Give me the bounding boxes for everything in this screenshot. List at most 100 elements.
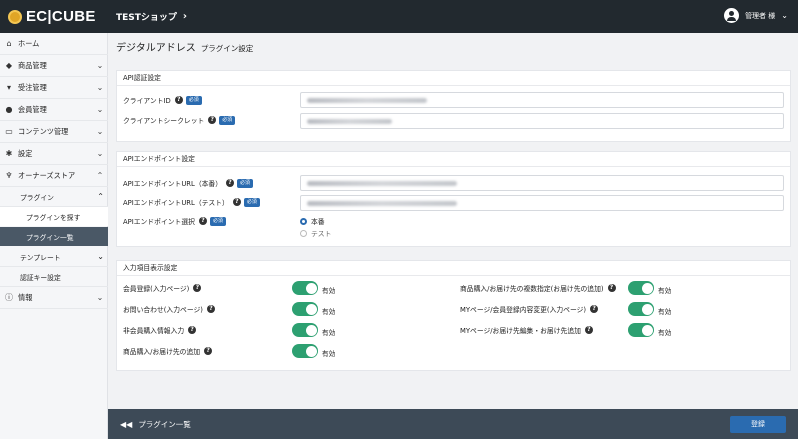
sidebar-item-label: プラグイン <box>20 193 54 202</box>
help-icon[interactable]: ? <box>226 179 235 187</box>
client-id-label: クライアントID ? 必須 <box>123 95 202 105</box>
url-test-label: APIエンドポイントURL（テスト） ? 必須 <box>123 197 260 207</box>
toggle-label: 有効 <box>658 308 672 316</box>
sidebar-item-settings[interactable]: ✱ 設定 ⌄ <box>0 143 108 165</box>
url-prod-label: APIエンドポイントURL（本番） ? 必須 <box>123 178 254 188</box>
chevron-down-icon: ⌄ <box>97 252 104 261</box>
help-icon[interactable]: ? <box>174 96 183 104</box>
help-icon[interactable]: ? <box>208 116 217 124</box>
sidebar-item-customers[interactable]: ● 会員管理 ⌄ <box>0 99 108 121</box>
label-text: 非会員購入情報入力 <box>123 327 185 335</box>
api-endpoint-card: APIエンドポイント設定 APIエンドポイントURL（本番） ? 必須 APIエ… <box>116 151 791 247</box>
footer-bar: ◀◀ プラグイン一覧 登録 <box>108 409 798 439</box>
label-text: MYページ/会員登録内容変更(入力ページ) <box>460 306 587 314</box>
sidebar-item-label: プラグイン一覧 <box>26 233 74 242</box>
users-icon: ● <box>5 105 13 114</box>
masked-value <box>307 181 457 186</box>
sidebar-subitem-template[interactable]: テンプレート ⌄ <box>0 247 108 267</box>
sidebar-item-content[interactable]: ▭ コンテンツ管理 ⌄ <box>0 121 108 143</box>
sidebar-item-products[interactable]: ◆ 商品管理 ⌄ <box>0 55 108 77</box>
client-id-input[interactable] <box>300 92 784 108</box>
required-badge: 必須 <box>185 95 202 105</box>
page-title: デジタルアドレス プラグイン設定 <box>116 39 253 54</box>
url-test-input[interactable] <box>300 195 784 211</box>
sidebar-item-home[interactable]: ⌂ ホーム <box>0 33 108 55</box>
logo-text: EC|CUBE <box>26 8 96 25</box>
sidebar-subitem-auth-key[interactable]: 認証キー設定 <box>0 267 108 287</box>
required-badge: 必須 <box>219 115 236 125</box>
sidebar-subitem-plugin[interactable]: プラグイン ⌃ <box>0 187 108 207</box>
help-icon[interactable]: ? <box>206 305 215 313</box>
gear-icon: ✱ <box>5 149 13 158</box>
plug-icon: ♆ <box>5 171 13 180</box>
label-text: クライアントシークレット <box>123 117 205 125</box>
client-secret-label: クライアントシークレット ? 必須 <box>123 115 236 125</box>
sidebar-item-label: 認証キー設定 <box>20 273 61 282</box>
file-icon: ▭ <box>5 127 13 136</box>
back-label: プラグイン一覧 <box>138 420 191 429</box>
toggle-label: 有効 <box>658 329 672 337</box>
url-prod-input[interactable] <box>300 175 784 191</box>
label-text: MYページ/お届け先編集・お届け先追加 <box>460 327 581 335</box>
sidebar-item-info[interactable]: ⓘ 情報 ⌄ <box>0 287 108 309</box>
help-icon[interactable]: ? <box>607 284 616 292</box>
cart-icon: ▾ <box>6 83 11 92</box>
sidebar-subitem-plugin-list[interactable]: プラグイン一覧 <box>0 227 108 246</box>
chevron-down-icon: ⌄ <box>96 83 104 92</box>
client-secret-input[interactable] <box>300 113 784 129</box>
sidebar-item-label: プラグインを探す <box>26 213 81 222</box>
radio-label: 本番 <box>311 218 325 226</box>
display-item-left: 会員登録(入力ページ) ? <box>123 283 202 293</box>
chevron-down-icon: ⌄ <box>96 293 104 302</box>
required-badge: 必須 <box>209 216 226 226</box>
toggle-switch[interactable] <box>628 323 654 337</box>
sidebar-item-label: ホーム <box>18 38 40 48</box>
toggle-label: 有効 <box>322 308 336 316</box>
toggle-switch[interactable] <box>292 344 318 358</box>
help-icon[interactable]: ? <box>198 217 207 225</box>
sidebar-subitem-plugin-search[interactable]: プラグインを探す <box>0 207 108 226</box>
shop-link[interactable]: TESTショップ › <box>116 10 187 23</box>
chevron-down-icon: ⌄ <box>781 11 788 20</box>
label-text: APIエンドポイントURL（テスト） <box>123 199 229 207</box>
toggle-switch[interactable] <box>292 323 318 337</box>
display-item-left: 商品購入/お届け先の追加 ? <box>123 346 213 356</box>
sidebar-item-orders[interactable]: ▾ 受注管理 ⌄ <box>0 77 108 99</box>
ec-cube-logo[interactable]: EC|CUBE <box>8 8 96 25</box>
required-badge: 必須 <box>237 178 254 188</box>
toggle-label: 有効 <box>322 287 336 295</box>
toggle-label: 有効 <box>322 329 336 337</box>
help-icon[interactable]: ? <box>232 198 241 206</box>
page-title-text: デジタルアドレス <box>116 43 196 54</box>
display-item-left: 非会員購入情報入力 ? <box>123 325 197 335</box>
back-to-plugin-list-link[interactable]: ◀◀ プラグイン一覧 <box>120 419 191 430</box>
radio-label: テスト <box>311 230 332 238</box>
help-icon[interactable]: ? <box>193 284 202 292</box>
home-icon: ⌂ <box>6 39 12 48</box>
chevron-right-icon: › <box>182 11 188 22</box>
sidebar-item-owners-store[interactable]: ♆ オーナーズストア ⌃ <box>0 165 108 187</box>
masked-value <box>307 98 427 103</box>
help-icon[interactable]: ? <box>204 347 213 355</box>
main-content: デジタルアドレス プラグイン設定 API認証設定 クライアントID ? 必須 クラ… <box>108 33 798 409</box>
tag-icon: ◆ <box>5 61 13 70</box>
user-menu[interactable]: 管理者 様 ⌄ <box>724 8 788 23</box>
label-text: APIエンドポイント選択 <box>123 218 195 226</box>
card-heading: API認証設定 <box>117 71 790 86</box>
card-heading: 入力項目表示設定 <box>117 261 790 276</box>
toggle-switch[interactable] <box>292 281 318 295</box>
help-icon[interactable]: ? <box>188 326 197 334</box>
radio-unchecked-icon <box>300 229 307 237</box>
save-button[interactable]: 登録 <box>730 416 786 433</box>
sidebar: ⌂ ホーム ◆ 商品管理 ⌄ ▾ 受注管理 ⌄ ● 会員管理 ⌄ ▭ コンテンツ… <box>0 33 108 439</box>
help-icon[interactable]: ? <box>590 305 599 313</box>
label-text: クライアントID <box>123 97 171 105</box>
toggle-switch[interactable] <box>292 302 318 316</box>
toggle-switch[interactable] <box>628 302 654 316</box>
help-icon[interactable]: ? <box>584 326 593 334</box>
endpoint-radio-test[interactable]: テスト <box>300 228 331 238</box>
toggle-switch[interactable] <box>628 281 654 295</box>
sidebar-item-label: 商品管理 <box>18 60 47 70</box>
sidebar-item-label: テンプレート <box>20 253 61 262</box>
endpoint-radio-prod[interactable]: 本番 <box>300 216 325 226</box>
